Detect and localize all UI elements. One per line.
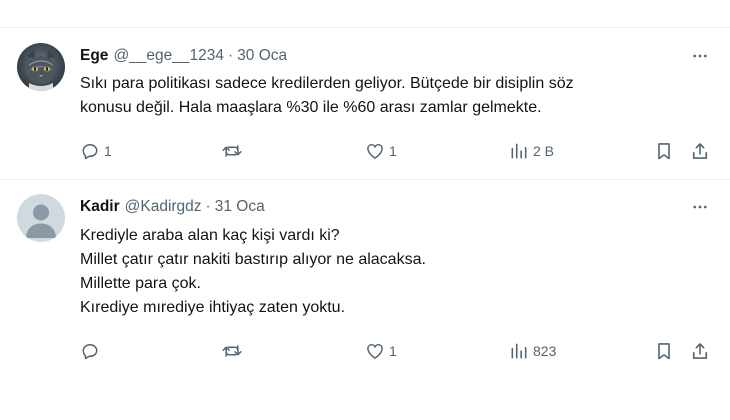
tweet[interactable]: Ege @__ege__1234 · 30 Oca Sıkı para poli… xyxy=(0,28,730,180)
like-button[interactable]: 1 xyxy=(365,338,397,364)
dot-separator: · xyxy=(228,47,234,64)
user-handle[interactable]: @__ege__1234 xyxy=(113,47,224,65)
retweet-icon xyxy=(222,345,242,357)
like-button[interactable]: 1 xyxy=(365,138,397,164)
tweet-date[interactable]: 30 Oca xyxy=(237,47,287,65)
retweet-button[interactable] xyxy=(221,138,247,164)
avatar[interactable] xyxy=(17,43,65,91)
reply-button[interactable] xyxy=(80,338,104,364)
tweet-text-line: Kırediye mırediye ihtiyaç zaten yoktu. xyxy=(80,299,346,316)
views-button[interactable]: 823 xyxy=(509,338,556,364)
tweet-header: Ege @__ege__1234 · 30 Oca xyxy=(80,45,287,67)
retweet-button[interactable] xyxy=(221,338,247,364)
reply-icon xyxy=(82,144,98,160)
avatar[interactable] xyxy=(17,194,65,242)
more-icon xyxy=(693,205,707,209)
tweet-date[interactable]: 31 Oca xyxy=(215,198,265,216)
like-count: 1 xyxy=(389,343,397,359)
share-icon xyxy=(692,343,708,359)
display-name[interactable]: Ege xyxy=(80,47,108,65)
default-profile-avatar-icon xyxy=(17,194,65,242)
tweet-text: Sıkı para politikası sadece kredilerden … xyxy=(80,72,700,120)
bookmark-button[interactable] xyxy=(654,138,674,164)
tweet-header: Kadir @Kadirgdz · 31 Oca xyxy=(80,196,265,218)
more-options-button[interactable] xyxy=(688,197,712,217)
like-count: 1 xyxy=(389,143,397,159)
user-handle[interactable]: @Kadirgdz xyxy=(125,198,202,216)
heart-icon xyxy=(367,143,383,159)
tweet-text-line: konusu değil. Hala maaşlara %30 ile %60 … xyxy=(80,99,542,116)
reply-button[interactable]: 1 xyxy=(80,138,112,164)
dot-separator: · xyxy=(205,198,211,215)
cat-photo-avatar-icon xyxy=(17,43,65,91)
bookmark-icon xyxy=(658,143,670,160)
views-chart-icon xyxy=(511,143,527,159)
tweet-feed: Ege @__ege__1234 · 30 Oca Sıkı para poli… xyxy=(0,0,730,420)
tweet-actions: 1 823 xyxy=(80,338,720,364)
feed-top-divider xyxy=(0,0,730,28)
display-name[interactable]: Kadir xyxy=(80,198,120,216)
bookmark-icon xyxy=(658,343,670,360)
share-icon xyxy=(692,143,708,159)
views-chart-icon xyxy=(511,343,527,359)
tweet[interactable]: Kadir @Kadirgdz · 31 Oca Krediyle araba … xyxy=(0,180,730,380)
view-count: 2 B xyxy=(533,143,555,159)
more-icon xyxy=(693,54,707,58)
more-options-button[interactable] xyxy=(688,46,712,66)
heart-icon xyxy=(367,343,383,359)
share-button[interactable] xyxy=(690,338,710,364)
tweet-text-line: Sıkı para politikası sadece kredilerden … xyxy=(80,75,574,92)
tweet-text-line: Millet çatır çatır nakiti bastırıp alıyo… xyxy=(80,251,426,268)
views-button[interactable]: 2 B xyxy=(509,138,554,164)
bookmark-button[interactable] xyxy=(654,338,674,364)
view-count: 823 xyxy=(533,343,557,359)
tweet-text-line: Krediyle araba alan kaç kişi vardı ki? xyxy=(80,227,340,244)
share-button[interactable] xyxy=(690,138,710,164)
retweet-icon xyxy=(222,145,242,157)
reply-icon xyxy=(82,344,98,360)
tweet-text: Krediyle araba alan kaç kişi vardı ki? M… xyxy=(80,224,700,320)
reply-count: 1 xyxy=(104,143,112,159)
tweet-actions: 1 1 2 B xyxy=(80,138,720,164)
tweet-text-line: Millette para çok. xyxy=(80,275,201,292)
